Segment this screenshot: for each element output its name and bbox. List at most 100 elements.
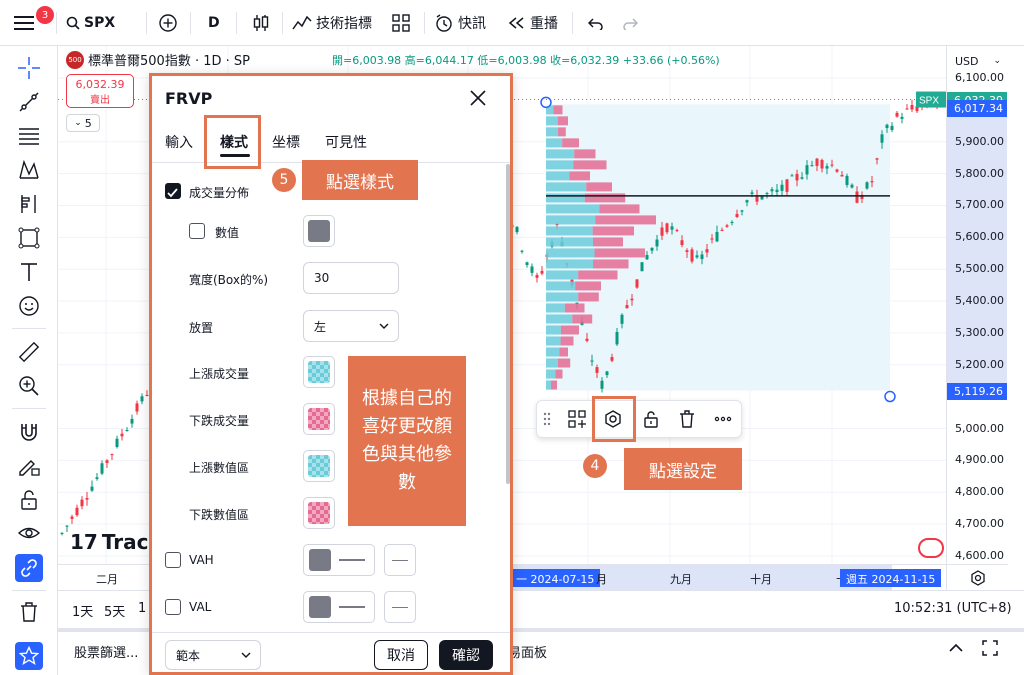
forecast-tool[interactable] (15, 190, 43, 218)
val-width-select[interactable] (384, 591, 416, 623)
vp-down-bar (553, 105, 563, 115)
emoji-tool[interactable] (15, 292, 43, 320)
magnet-icon (21, 424, 37, 441)
tab-visibility[interactable]: 可見性 (325, 132, 367, 152)
pattern-tool[interactable] (15, 156, 43, 184)
candle-body (640, 262, 644, 272)
layouts-button[interactable] (392, 0, 410, 46)
time-label: 十月 (750, 573, 772, 586)
values-checkbox[interactable] (189, 223, 205, 239)
vah-width-select[interactable] (384, 544, 416, 576)
cancel-button[interactable]: 取消 (374, 640, 428, 670)
drag-handle-icon[interactable] (543, 411, 551, 427)
chevron-down-icon (241, 652, 251, 658)
vp-up-bar (546, 237, 593, 247)
maximize-panel-button[interactable] (980, 638, 1000, 662)
undo-button[interactable] (588, 0, 604, 46)
sell-price: 6,032.39 (75, 78, 125, 91)
price-tick-label: 5,700.00 (955, 198, 1004, 212)
down-volume-color-swatch[interactable] (303, 403, 335, 435)
magnet-tool[interactable] (15, 418, 43, 446)
vah-line-style[interactable] (303, 544, 375, 576)
hide-drawings-tool[interactable] (15, 520, 43, 548)
lock-drawings-tool[interactable] (15, 486, 43, 514)
price-tick-label: 4,700.00 (955, 517, 1004, 531)
currency-select[interactable]: USD ⌄ (951, 52, 1005, 70)
tab-coordinates[interactable]: 坐標 (272, 132, 300, 152)
volume-profile-checkbox[interactable] (165, 183, 181, 199)
range-5d[interactable]: 5天 (104, 601, 125, 620)
confirm-button[interactable]: 確認 (439, 640, 493, 670)
lock-drawing-button[interactable] (641, 409, 661, 433)
vp-down-bar (557, 116, 568, 126)
range-1m[interactable]: 1 (138, 601, 146, 616)
dialog-scrollbar[interactable] (506, 164, 510, 484)
val-checkbox[interactable] (165, 599, 181, 615)
tab-inputs[interactable]: 輸入 (165, 132, 193, 152)
range-1d[interactable]: 1天 (72, 601, 93, 620)
interval-button[interactable]: D (208, 0, 220, 46)
sell-button[interactable]: 6,032.39 賣出 (66, 74, 134, 108)
unlock-icon (644, 411, 658, 428)
candle-body (780, 184, 784, 191)
collapse-panel-button[interactable] (946, 638, 966, 662)
crosshair-icon (18, 57, 40, 79)
vah-checkbox[interactable] (165, 552, 181, 568)
replay-button[interactable]: 重播 (508, 0, 558, 46)
vp-down-bar (560, 325, 579, 335)
add-template-button[interactable] (567, 409, 587, 433)
width-label: 寬度(Box的%) (189, 273, 269, 287)
candle-body (825, 166, 829, 169)
text-tool[interactable] (15, 258, 43, 286)
template-select[interactable]: 範本 (165, 640, 261, 670)
val-line-style[interactable] (303, 591, 375, 623)
crosshair-tool[interactable] (15, 54, 43, 82)
vp-up-bar (546, 369, 556, 379)
time-label: 月 (596, 573, 607, 586)
symbol-search-button[interactable]: SPX (66, 0, 115, 46)
menu-button[interactable] (14, 0, 36, 46)
up-value-area-color-swatch[interactable] (303, 450, 335, 482)
sync-drawings-tool[interactable] (15, 554, 43, 582)
vp-up-bar (546, 336, 561, 346)
trendline-icon (19, 92, 39, 112)
price-axis[interactable]: USD ⌄ 6,100.00 5,900.00 5,800.00 5,700.00 5,… (946, 46, 1008, 564)
shape-tool[interactable] (15, 224, 43, 252)
indicator-collapse-button[interactable]: ⌄ 5 (66, 114, 100, 132)
candle-body (665, 223, 669, 233)
trendline-tool[interactable] (15, 88, 43, 116)
vp-up-bar (546, 292, 579, 302)
layout-grid-icon (392, 14, 410, 32)
clock[interactable]: 10:52:31 (UTC+8) (894, 601, 1012, 616)
indicators-button[interactable]: 技術指標 (292, 0, 372, 46)
compare-button[interactable] (158, 0, 178, 46)
pencil-lock-icon (19, 460, 40, 476)
symbol-logo: 500 (66, 50, 84, 69)
down-value-area-color-swatch[interactable] (303, 497, 335, 529)
fib-tool[interactable] (15, 122, 43, 150)
vp-down-bar (578, 292, 599, 302)
trading-panel-tab[interactable]: 易面板 (508, 642, 547, 661)
stay-drawing-tool[interactable] (15, 452, 43, 480)
alert-button[interactable]: 快訊 (434, 0, 486, 46)
chart-settings-button[interactable] (946, 564, 1008, 590)
redo-button[interactable] (622, 0, 638, 46)
time-label: 二月 (96, 573, 118, 586)
zoom-tool[interactable] (15, 372, 43, 400)
up-volume-color-swatch[interactable] (303, 356, 335, 388)
delete-drawing-button[interactable] (677, 409, 697, 433)
dialog-close-button[interactable] (468, 88, 488, 112)
chart-type-button[interactable] (252, 0, 270, 46)
favorites-tool[interactable] (15, 642, 43, 670)
candle-body (810, 165, 814, 167)
more-options-button[interactable] (713, 409, 733, 433)
remove-drawings-tool[interactable] (15, 598, 43, 626)
price-tick-label: 6,100.00 (955, 71, 1004, 84)
candle-body (645, 254, 649, 260)
values-color-swatch[interactable] (303, 215, 335, 247)
measure-tool[interactable] (15, 338, 43, 366)
candle-body (125, 429, 129, 432)
width-input[interactable]: 30 (303, 262, 399, 294)
placement-select[interactable]: 左 (303, 310, 399, 342)
screener-tab[interactable]: 股票篩選... (74, 642, 138, 661)
